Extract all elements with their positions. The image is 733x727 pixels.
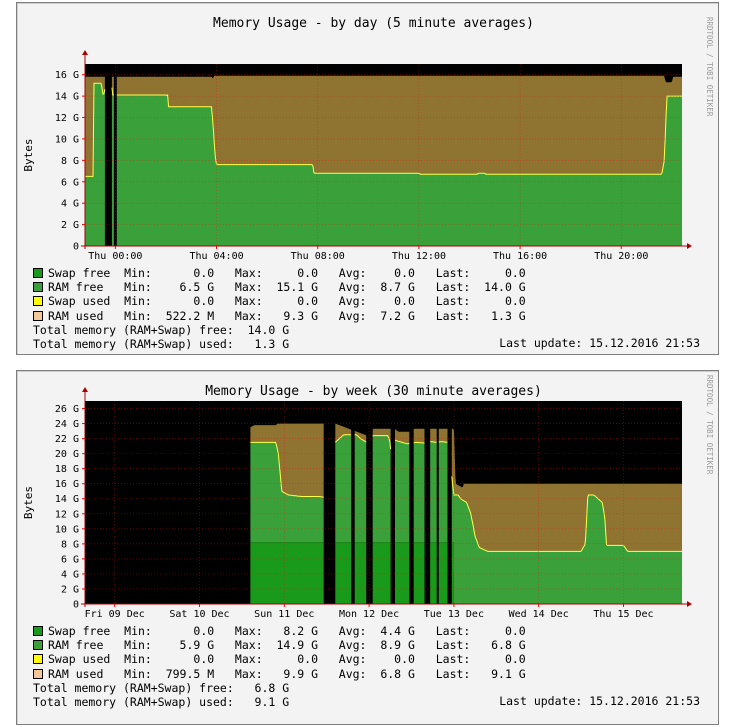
- y-tick-label: 4 G: [61, 569, 79, 580]
- legend-stats: Swap free Min: 0.0 Max: 8.2 G Avg: 4.4 G…: [48, 624, 526, 638]
- y-tick-label: 16 G: [55, 70, 79, 81]
- x-tick-label: Thu 08:00: [291, 251, 345, 262]
- y-tick-label: 20 G: [55, 449, 79, 460]
- legend-row-swap-free: Swap free Min: 0.0 Max: 8.2 G Avg: 4.4 G…: [33, 624, 526, 638]
- x-tick-label: Thu 04:00: [189, 251, 243, 262]
- y-tick-label: 2 G: [61, 220, 79, 231]
- legend-total-free: Total memory (RAM+Swap) free: 6.8 G: [33, 680, 290, 695]
- graph-panel-week: Memory Usage - by week (30 minute averag…: [16, 370, 719, 725]
- y-tick-label: 8 G: [61, 539, 79, 550]
- y-tick-label: 2 G: [61, 584, 79, 595]
- y-axis-label: Bytes: [22, 138, 35, 171]
- legend-swatch: [33, 654, 43, 665]
- legend-stats: Swap free Min: 0.0 Max: 0.0 Avg: 0.0 Las…: [48, 266, 526, 280]
- legend-swatch: [33, 268, 43, 278]
- legend-swatch: [33, 310, 43, 321]
- y-tick-label: 26 G: [55, 404, 79, 415]
- legend-total-free: Total memory (RAM+Swap) free: 14.0 G: [33, 322, 290, 337]
- x-tick-label: Wed 14 Dec: [509, 609, 569, 620]
- y-tick-label: 18 G: [55, 464, 79, 475]
- last-update-day: Last update: 15.12.2016 21:53: [499, 336, 700, 350]
- x-tick-label: Thu 00:00: [88, 251, 142, 262]
- y-tick-label: 4 G: [61, 199, 79, 210]
- x-tick-label: Thu 16:00: [493, 251, 547, 262]
- legend-week: Swap free Min: 0.0 Max: 8.2 G Avg: 4.4 G…: [33, 624, 526, 709]
- legend-row-swap-used: Swap used Min: 0.0 Max: 0.0 Avg: 0.0 Las…: [33, 294, 526, 308]
- y-tick-label: 16 G: [55, 479, 79, 490]
- legend-stats: RAM used Min: 799.5 M Max: 9.9 G Avg: 6.…: [48, 666, 526, 681]
- x-tick-label: Sun 11 Dec: [254, 609, 314, 620]
- x-axis-arrow: [687, 243, 692, 249]
- legend-swatch: [33, 282, 43, 293]
- y-axis-arrow: [82, 50, 88, 55]
- legend-stats: Swap used Min: 0.0 Max: 0.0 Avg: 0.0 Las…: [48, 652, 526, 667]
- y-tick-label: 10 G: [55, 134, 79, 145]
- legend-row-ram-used: RAM used Min: 799.5 M Max: 9.9 G Avg: 6.…: [33, 667, 526, 681]
- y-axis-arrow: [82, 387, 88, 392]
- y-axis-label: Bytes: [22, 486, 35, 519]
- legend-swatch: [33, 626, 43, 636]
- y-tick-label: 6 G: [61, 554, 79, 565]
- legend-total-used: Total memory (RAM+Swap) used: 9.1 G: [33, 694, 290, 709]
- x-tick-label: Thu 20:00: [594, 251, 648, 262]
- legend-row-ram-free: RAM free Min: 5.9 G Max: 14.9 G Avg: 8.9…: [33, 638, 526, 652]
- x-tick-label: Sat 10 Dec: [169, 609, 229, 620]
- y-tick-label: 12 G: [55, 113, 79, 124]
- y-tick-label: 6 G: [61, 177, 79, 188]
- chart-title: Memory Usage - by week (30 minute averag…: [205, 384, 542, 399]
- vendor-label: RRDTOOL / TOBI OETIKER: [705, 375, 714, 475]
- legend-stats: Swap used Min: 0.0 Max: 0.0 Avg: 0.0 Las…: [48, 294, 526, 309]
- x-axis-arrow: [687, 601, 692, 607]
- x-tick-label: Tue 13 Dec: [424, 609, 484, 620]
- legend-row-ram-free: RAM free Min: 6.5 G Max: 15.1 G Avg: 8.7…: [33, 280, 526, 294]
- x-tick-label: Mon 12 Dec: [339, 609, 399, 620]
- legend-swatch: [33, 668, 43, 679]
- chart-title: Memory Usage - by day (5 minute averages…: [213, 16, 534, 31]
- x-tick-label: Thu 12:00: [392, 251, 446, 262]
- legend-swatch: [33, 640, 43, 651]
- y-tick-label: 0: [73, 600, 79, 611]
- y-tick-label: 12 G: [55, 509, 79, 520]
- legend-swatch: [33, 296, 43, 307]
- y-tick-label: 10 G: [55, 524, 79, 535]
- y-tick-label: 22 G: [55, 434, 79, 445]
- graph-panel-day: Memory Usage - by day (5 minute averages…: [16, 2, 719, 355]
- legend-stats: RAM used Min: 522.2 M Max: 9.3 G Avg: 7.…: [48, 308, 526, 323]
- legend-stats: RAM free Min: 6.5 G Max: 15.1 G Avg: 8.7…: [48, 280, 526, 295]
- y-tick-label: 14 G: [55, 92, 79, 103]
- y-tick-label: 24 G: [55, 419, 79, 430]
- y-tick-label: 8 G: [61, 156, 79, 167]
- y-tick-label: 0: [73, 242, 79, 253]
- legend-row-swap-free: Swap free Min: 0.0 Max: 0.0 Avg: 0.0 Las…: [33, 266, 526, 280]
- legend-stats: RAM free Min: 5.9 G Max: 14.9 G Avg: 8.9…: [48, 638, 526, 653]
- legend-row-swap-used: Swap used Min: 0.0 Max: 0.0 Avg: 0.0 Las…: [33, 652, 526, 666]
- vendor-label: RRDTOOL / TOBI OETIKER: [705, 17, 714, 117]
- legend-day: Swap free Min: 0.0 Max: 0.0 Avg: 0.0 Las…: [33, 266, 526, 351]
- x-tick-label: Thu 15 Dec: [593, 609, 653, 620]
- y-tick-label: 14 G: [55, 494, 79, 505]
- legend-row-ram-used: RAM used Min: 522.2 M Max: 9.3 G Avg: 7.…: [33, 309, 526, 323]
- last-update-week: Last update: 15.12.2016 21:53: [499, 694, 700, 708]
- x-tick-label: Fri 09 Dec: [85, 609, 145, 620]
- legend-total-used: Total memory (RAM+Swap) used: 1.3 G: [33, 336, 290, 351]
